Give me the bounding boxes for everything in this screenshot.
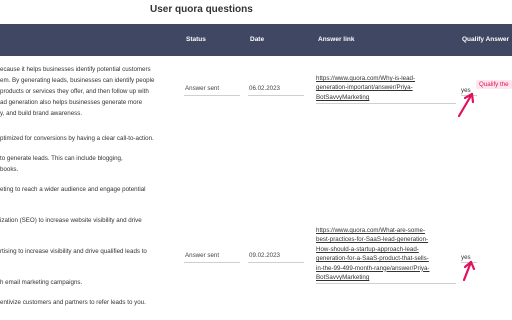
link-line[interactable]: https://www.quora.com/What-are-some- [316,226,456,235]
link-line[interactable]: https://www.quora.com/Why-is-lead- [316,74,456,83]
link-line[interactable]: in-the-99-499-month-range/answer/Priya- [316,264,456,273]
header-status[interactable]: Status [186,36,206,43]
link-line[interactable]: BotSavvyMarketing [316,93,456,102]
text-line: products or services they offer, and the… [0,88,149,95]
header-qualify-answer[interactable]: Qualify Answer [462,36,509,43]
table-header: Status Date Answer link Qualify Answer [0,24,512,56]
text-line: to generate leads. This can include blog… [0,155,123,162]
row2-status-cell[interactable]: Answer sent [184,251,240,263]
link-line[interactable]: How-should-a-startup-approach-lead- [316,245,456,254]
qualify-tag: Qualify the [476,80,512,89]
text-line: ptimized for conversions by having a cle… [0,135,154,142]
text-line: y, and build brand awareness. [0,110,83,117]
text-line: ecause it helps businesses identify pote… [0,66,151,73]
row1-date-cell[interactable]: 06.02.2023 [248,84,304,96]
row1-answer-link[interactable]: https://www.quora.com/Why-is-lead- gener… [316,74,456,105]
text-line: entivize customers and partners to refer… [0,299,146,306]
link-line[interactable]: generation-important/answer/Priya- [316,83,456,92]
header-answer-link[interactable]: Answer link [318,36,354,43]
link-line[interactable]: BotSavvyMarketing [316,273,456,282]
link-line[interactable]: generation-for-a-SaaS-product-that-sells… [316,254,456,263]
row2-answer-link[interactable]: https://www.quora.com/What-are-some- bes… [316,226,456,285]
text-line: books. [0,166,19,173]
pink-arrow-icon [462,260,476,282]
header-date[interactable]: Date [250,36,264,43]
text-line: rtising to increase visibility and drive… [0,248,147,255]
text-line: h email marketing campaigns. [0,279,83,286]
text-line: em. By generating leads, businesses can … [0,77,155,84]
link-line[interactable]: best-practices-for-SaaS-lead-generation- [316,235,456,244]
text-line: ization (SEO) to increase website visibi… [0,217,142,224]
row1-status-cell[interactable]: Answer sent [184,84,240,96]
text-line: ad generation also helps businesses gene… [0,99,143,106]
row2-date-cell[interactable]: 09.02.2023 [248,251,304,263]
page-title: User quora questions [150,4,253,15]
text-line: eting to reach a wider audience and enga… [0,186,146,193]
pink-arrow-icon [457,92,475,118]
